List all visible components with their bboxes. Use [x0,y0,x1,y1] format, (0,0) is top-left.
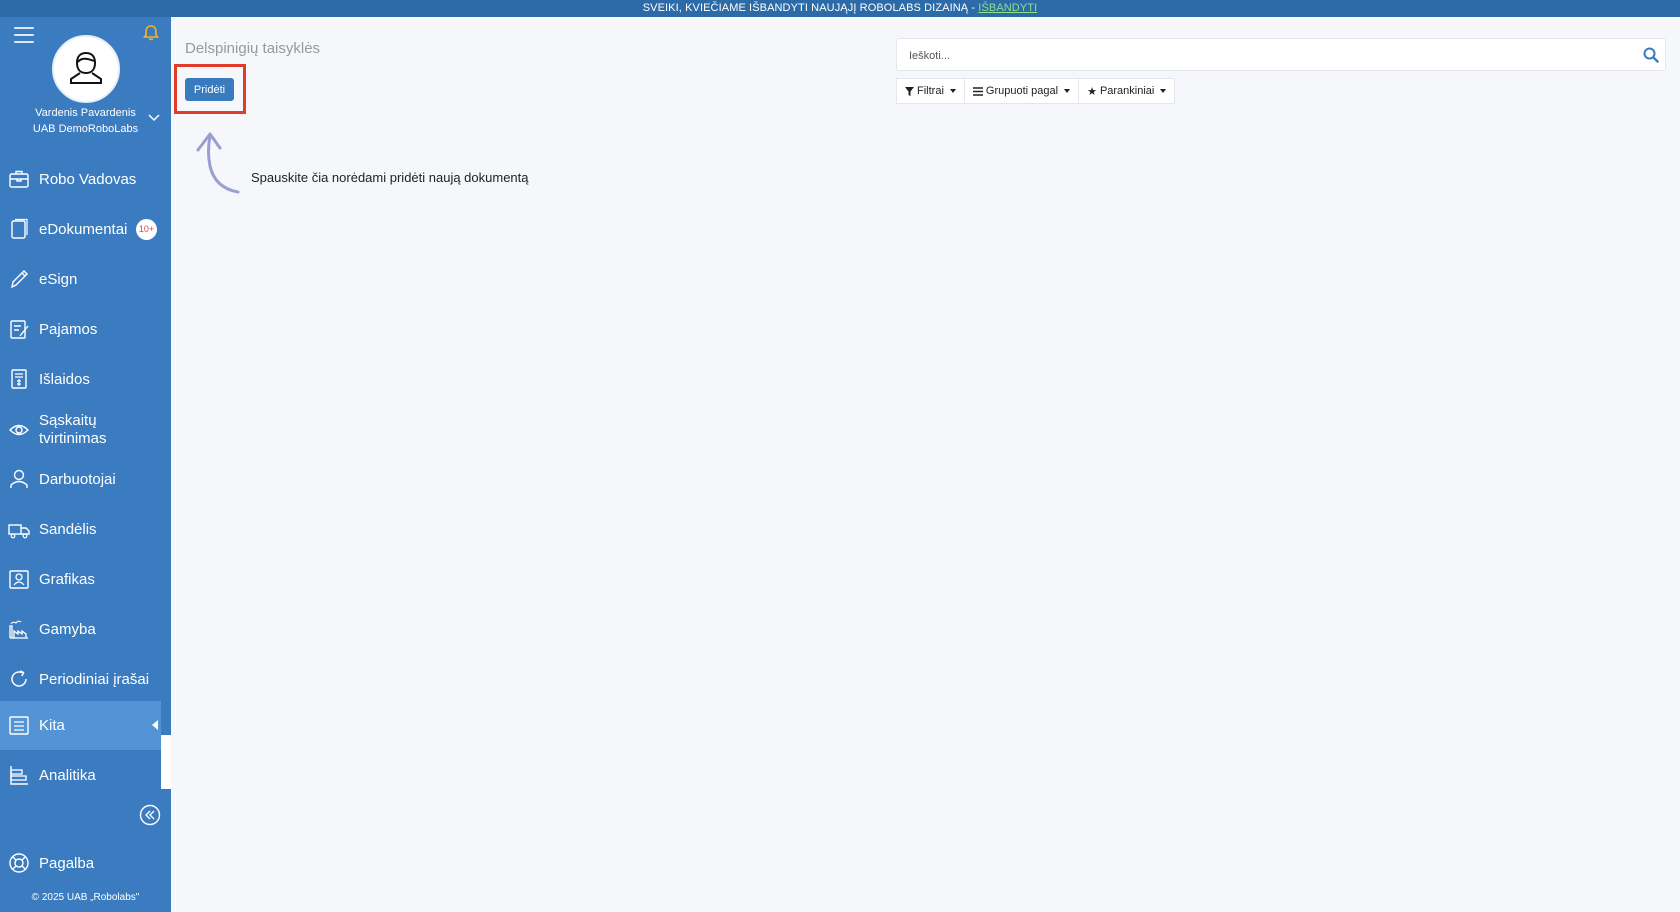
sidebar-item-saskaitu-tvirtinimas[interactable]: Sąskaitų tvirtinimas [0,405,171,454]
avatar[interactable] [52,35,120,103]
star-icon: ★ [1087,85,1097,98]
group-by-label: Grupuoti pagal [985,85,1059,97]
filter-icon [905,86,914,96]
sidebar-item-label: eDokumentai [39,220,128,238]
documents-icon [11,218,28,239]
sidebar-item-label: Robo Vadovas [39,170,137,188]
sidebar-item-edokumentai[interactable]: eDokumentai 10+ [0,205,171,254]
favorites-label: Parankiniai [1099,85,1155,97]
sidebar-item-label: Išlaidos [39,370,90,388]
sidebar-item-robo-vadovas[interactable]: Robo Vadovas [0,155,171,204]
sidebar-item-label: Grafikas [39,570,95,588]
sidebar-item-pagalba[interactable]: Pagalba [0,839,171,888]
truck-icon [8,524,30,539]
sidebar-item-kita[interactable]: Kita [0,701,161,750]
sidebar-item-label: Pajamos [39,320,98,338]
search-input[interactable] [907,45,1611,67]
sidebar-item-label: Gamyba [39,620,96,638]
banner-try-link[interactable]: IŠBANDYTI [978,2,1037,14]
factory-icon [9,620,28,639]
bell-icon[interactable] [141,23,161,43]
caret-down-icon [1064,89,1071,93]
pen-icon [11,270,28,289]
sidebar-item-gamyba[interactable]: Gamyba [0,605,171,654]
sidebar-item-pajamos[interactable]: Pajamos [0,305,171,354]
filters-dropdown[interactable]: Filtrai [896,78,965,104]
schedule-icon [9,570,29,589]
sidebar-item-periodiniai-irasai[interactable]: Periodiniai įrašai [0,655,171,704]
chevron-down-icon[interactable] [147,113,161,123]
add-button[interactable]: Pridėti [185,78,234,101]
briefcase-icon [9,170,29,188]
caret-down-icon [949,89,956,93]
income-icon [10,320,29,339]
notification-badge: 10+ [136,219,157,240]
list-icon [9,716,29,735]
sidebar-item-grafikas[interactable]: Grafikas [0,555,171,604]
tutorial-arrow-icon [196,132,240,194]
company-name: UAB DemoRoboLabs [32,123,139,135]
banner-text: SVEIKI, KVIEČIAME IŠBANDYTI NAUJĄJĮ ROBO… [642,2,979,14]
page-title: Delspinigių taisyklės [185,40,321,57]
caret-down-icon [1160,89,1167,93]
sidebar-item-sandelis[interactable]: Sandėlis [0,505,171,554]
eye-icon [9,424,29,436]
favorites-dropdown[interactable]: ★ Parankiniai [1079,78,1176,104]
sidebar-scrollbar[interactable] [161,735,171,789]
sidebar-item-label: Pagalba [39,854,95,872]
collapse-sidebar-icon[interactable] [139,804,161,826]
sidebar-item-label: eSign [39,270,78,288]
sidebar: Vardenis Pavardenis UAB DemoRoboLabs Rob… [0,17,171,912]
analytics-icon [10,766,28,785]
refresh-icon [11,670,27,687]
user-name: Vardenis Pavardenis [35,107,136,119]
top-banner: SVEIKI, KVIEČIAME IŠBANDYTI NAUJĄJĮ ROBO… [0,0,1680,17]
sidebar-item-label: Sandėlis [39,520,97,538]
sidebar-item-analitika[interactable]: Analitika [0,751,171,800]
person-icon [10,469,28,488]
lifebuoy-icon [9,853,29,873]
user-avatar-icon [70,51,102,84]
sidebar-item-label: Analitika [39,766,96,784]
search-icon[interactable] [1643,47,1659,63]
list-lines-icon [972,86,983,96]
sidebar-item-label: Sąskaitų tvirtinimas [39,411,107,447]
tutorial-hint-text: Spauskite čia norėdami pridėti naują dok… [251,170,529,185]
search-box [896,38,1666,71]
sidebar-item-darbuotojai[interactable]: Darbuotojai [0,455,171,504]
sidebar-item-label: Kita [39,716,65,734]
sidebar-item-islaidos[interactable]: Išlaidos [0,355,171,404]
sidebar-item-label: Darbuotojai [39,470,116,488]
copyright: © 2025 UAB „Robolabs" [31,892,140,903]
hamburger-menu-icon[interactable] [14,27,34,43]
group-by-dropdown[interactable]: Grupuoti pagal [964,78,1080,104]
expenses-icon [11,369,27,389]
filters-label: Filtrai [917,85,944,97]
sidebar-item-label: Periodiniai įrašai [39,670,150,688]
sidebar-item-esign[interactable]: eSign [0,255,171,304]
active-indicator [152,720,158,730]
filter-bar: Filtrai Grupuoti pagal ★ Parankiniai [896,78,1176,104]
